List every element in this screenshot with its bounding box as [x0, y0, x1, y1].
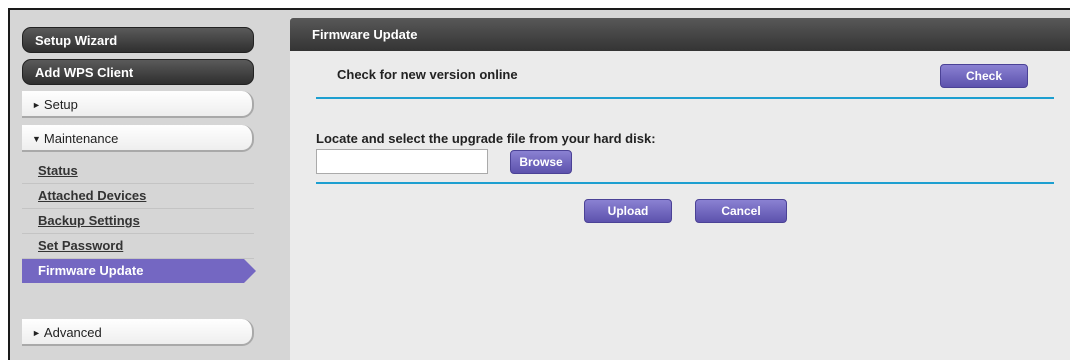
sidebar-item-label: Advanced: [43, 325, 102, 340]
upload-button[interactable]: Upload: [584, 199, 672, 223]
submenu-item-status[interactable]: Status: [22, 159, 254, 184]
triangle-down-icon: ▼: [32, 134, 41, 144]
sidebar: Setup Wizard Add WPS Client ► Setup ▼ Main…: [22, 27, 256, 353]
cancel-button[interactable]: Cancel: [695, 199, 787, 223]
divider: [316, 97, 1054, 99]
locate-file-label: Locate and select the upgrade file from …: [316, 131, 656, 146]
submenu-item-set-password[interactable]: Set Password: [22, 234, 254, 259]
file-path-input[interactable]: [316, 149, 488, 174]
sidebar-item-label: Maintenance: [43, 131, 119, 146]
submenu-item-firmware-update[interactable]: Firmware Update: [22, 259, 256, 283]
sidebar-item-maintenance[interactable]: ▼ Maintenance: [22, 125, 254, 152]
submenu-item-backup-settings[interactable]: Backup Settings: [22, 209, 254, 234]
sidebar-item-setup[interactable]: ► Setup: [22, 91, 254, 118]
sidebar-item-label: Setup: [43, 97, 78, 112]
submenu-item-attached-devices[interactable]: Attached Devices: [22, 184, 254, 209]
main-panel: Firmware Update Check for new version on…: [290, 18, 1070, 360]
browse-button[interactable]: Browse: [510, 150, 572, 174]
check-button[interactable]: Check: [940, 64, 1028, 88]
add-wps-client-button[interactable]: Add WPS Client: [22, 59, 254, 85]
maintenance-submenu: Status Attached Devices Backup Settings …: [22, 159, 256, 283]
sidebar-item-advanced[interactable]: ► Advanced: [22, 319, 254, 346]
check-online-label: Check for new version online: [337, 67, 518, 82]
page-title: Firmware Update: [290, 18, 1070, 51]
setup-wizard-button[interactable]: Setup Wizard: [22, 27, 254, 53]
triangle-right-icon: ►: [32, 100, 41, 110]
triangle-right-icon: ►: [32, 328, 41, 338]
divider: [316, 182, 1054, 184]
